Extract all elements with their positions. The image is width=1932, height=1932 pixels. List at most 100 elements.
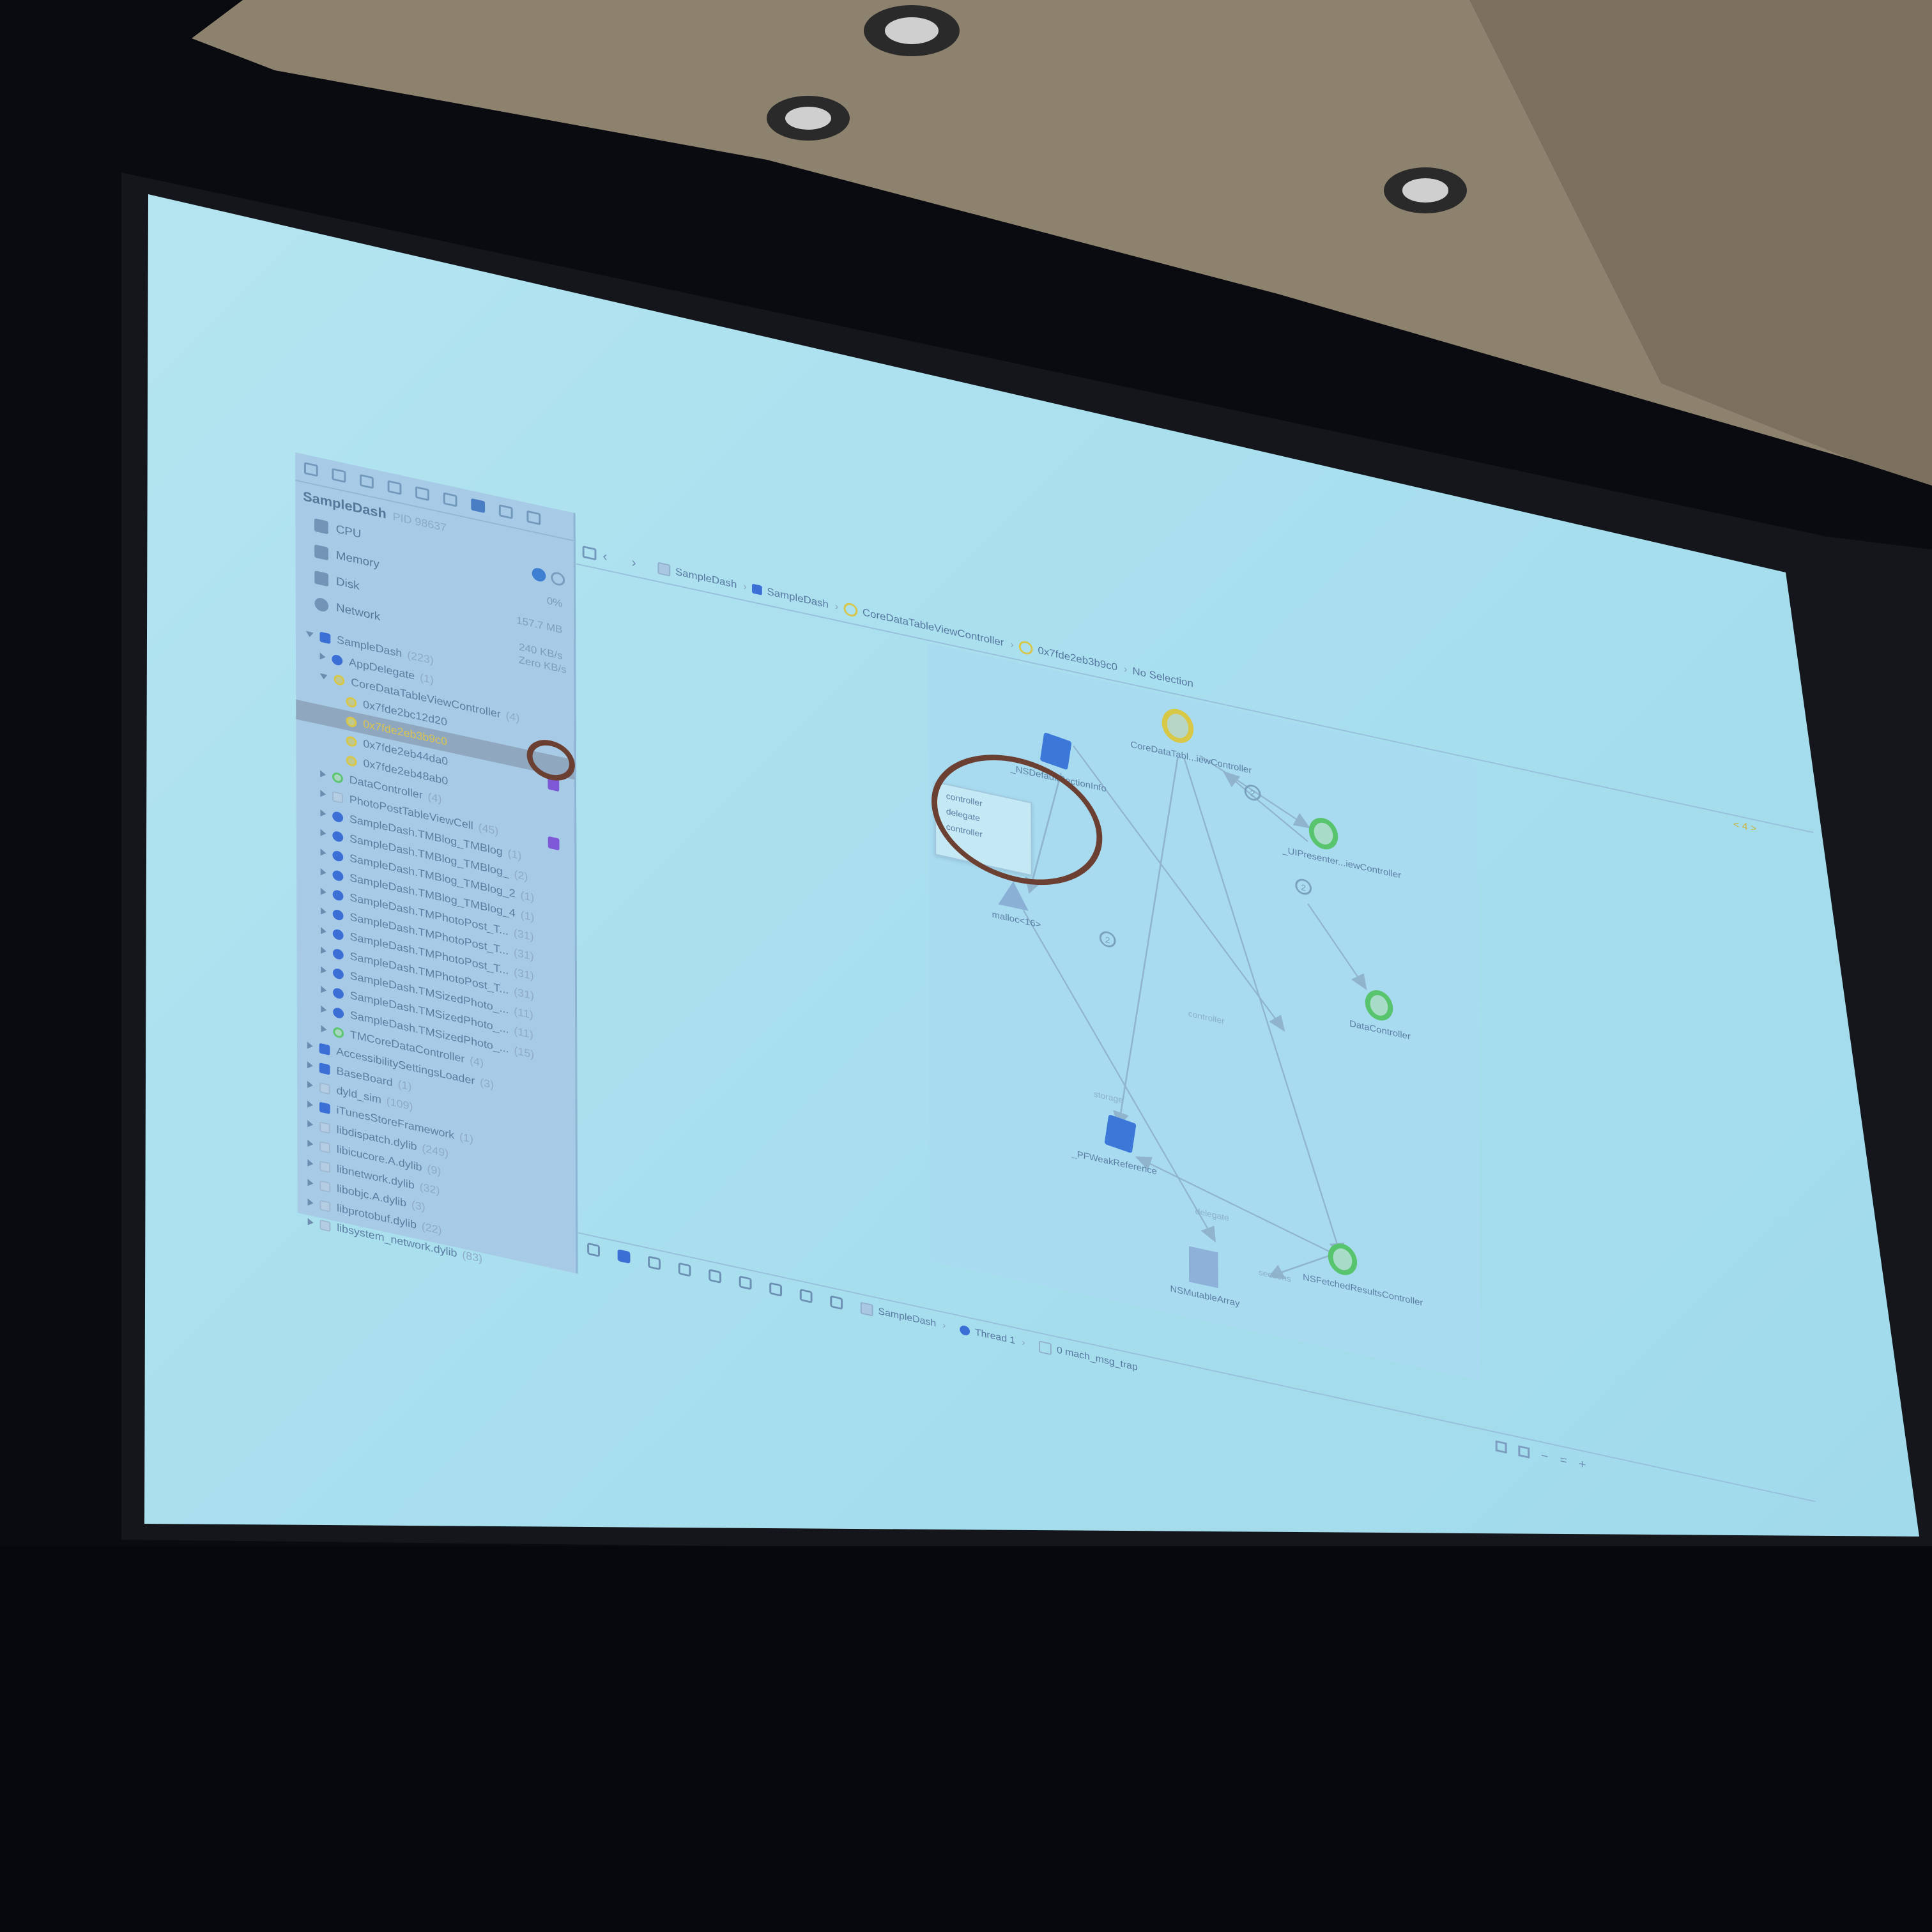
breadcrumb-label: SampleDash bbox=[767, 585, 829, 611]
memory-graph-canvas[interactable]: CoreDataTabl...iewController _UIPresente… bbox=[928, 643, 1480, 1381]
instance-count: (11) bbox=[514, 1005, 533, 1022]
zoom-out-icon[interactable]: − bbox=[1541, 1449, 1549, 1464]
breadcrumb-label: CoreDataTableViewController bbox=[862, 606, 1004, 648]
class-icon bbox=[333, 1026, 344, 1039]
disclosure-triangle-icon[interactable] bbox=[307, 1041, 313, 1050]
disclosure-triangle-icon[interactable] bbox=[321, 946, 327, 955]
pager[interactable]: < 4 > bbox=[1733, 819, 1756, 835]
zoom-in-icon[interactable]: + bbox=[1579, 1457, 1586, 1472]
disclosure-triangle-icon[interactable] bbox=[320, 848, 326, 857]
instance-count: (4) bbox=[470, 1054, 484, 1070]
back-forward-arrows[interactable]: ‹ › bbox=[602, 548, 646, 573]
disclosure-triangle-icon[interactable] bbox=[307, 1179, 314, 1188]
view-hierarchy-icon[interactable] bbox=[769, 1282, 783, 1297]
class-icon bbox=[332, 830, 344, 843]
disclosure-triangle-icon[interactable] bbox=[319, 673, 328, 680]
disclosure-triangle-icon[interactable] bbox=[307, 1139, 314, 1149]
disclosure-triangle-icon[interactable] bbox=[307, 1218, 314, 1227]
network-icon bbox=[314, 596, 329, 613]
graph-node-nsmutablearray[interactable] bbox=[1188, 1246, 1218, 1289]
disclosure-triangle-icon[interactable] bbox=[307, 1061, 313, 1070]
test-icon[interactable] bbox=[443, 492, 457, 507]
class-icon bbox=[319, 1160, 331, 1173]
disclosure-triangle-icon[interactable] bbox=[319, 652, 326, 661]
memory-object-tree: Zero KB/s SampleDash (223) AppDelegate (1) C… bbox=[296, 621, 576, 1289]
instance-count: (32) bbox=[419, 1180, 440, 1197]
disclosure-triangle-icon[interactable] bbox=[320, 927, 326, 936]
search-icon[interactable] bbox=[387, 480, 402, 495]
instance-count: (31) bbox=[514, 985, 534, 1002]
cpu-icon bbox=[314, 518, 328, 535]
class-icon bbox=[319, 1101, 330, 1114]
class-icon bbox=[332, 889, 344, 901]
disclosure-triangle-icon[interactable] bbox=[321, 966, 327, 975]
disclosure-triangle-icon[interactable] bbox=[307, 1100, 314, 1109]
disclosure-triangle-icon[interactable] bbox=[305, 631, 314, 638]
debug-navigator-icon[interactable] bbox=[471, 498, 486, 514]
edge bbox=[1113, 756, 1179, 1127]
instance-count: (4) bbox=[505, 709, 520, 724]
continue-icon[interactable] bbox=[648, 1255, 661, 1271]
project-icon bbox=[657, 562, 671, 577]
disclosure-triangle-icon[interactable] bbox=[321, 986, 327, 995]
edge bbox=[1307, 903, 1367, 991]
disclosure-triangle-icon[interactable] bbox=[320, 907, 326, 916]
class-icon bbox=[332, 947, 344, 961]
instance-count: (2) bbox=[514, 868, 528, 883]
class-icon bbox=[332, 654, 343, 666]
disclosure-triangle-icon[interactable] bbox=[320, 868, 326, 877]
disclosure-triangle-icon[interactable] bbox=[307, 1080, 313, 1089]
hide-debug-area-icon[interactable] bbox=[587, 1242, 600, 1257]
breadcrumb-project[interactable]: SampleDash › bbox=[657, 562, 747, 594]
instance-count: (15) bbox=[514, 1044, 535, 1061]
disclosure-triangle-icon[interactable] bbox=[320, 770, 326, 779]
breadcrumb-target[interactable]: SampleDash › bbox=[751, 583, 839, 613]
disclosure-triangle-icon[interactable] bbox=[307, 1159, 314, 1168]
disclosure-triangle-icon[interactable] bbox=[320, 790, 326, 799]
debug-crumb-frame[interactable]: 0 mach_msg_trap bbox=[1039, 1340, 1138, 1374]
step-over-icon[interactable] bbox=[678, 1262, 691, 1277]
class-icon bbox=[346, 735, 357, 748]
class-icon bbox=[319, 1219, 331, 1232]
disclosure-triangle-icon[interactable] bbox=[307, 1199, 314, 1208]
instance-count: (83) bbox=[462, 1248, 483, 1265]
class-icon bbox=[332, 967, 344, 980]
memory-graph-button-icon[interactable] bbox=[799, 1289, 813, 1303]
debug-navigator: SampleDashPID 98637 CPU Memory 0% Disk 1… bbox=[295, 452, 578, 1274]
report-icon[interactable] bbox=[526, 510, 541, 526]
location-icon[interactable] bbox=[830, 1295, 843, 1310]
disclosure-triangle-icon[interactable] bbox=[320, 809, 326, 818]
disclosure-triangle-icon[interactable] bbox=[320, 887, 326, 896]
class-icon bbox=[332, 850, 344, 862]
disclosure-triangle-icon[interactable] bbox=[321, 1025, 327, 1034]
instance-count: (1) bbox=[520, 889, 535, 904]
class-icon bbox=[319, 1140, 330, 1154]
symbol-icon[interactable] bbox=[360, 474, 374, 489]
step-into-icon[interactable] bbox=[709, 1269, 722, 1284]
disclosure-triangle-icon[interactable] bbox=[307, 1120, 314, 1129]
related-items-icon[interactable] bbox=[582, 545, 597, 561]
class-icon bbox=[332, 771, 343, 784]
class-icon bbox=[332, 869, 344, 882]
step-out-icon[interactable] bbox=[739, 1275, 752, 1291]
warning-icon[interactable] bbox=[415, 486, 429, 502]
debug-crumb-process[interactable]: SampleDash › bbox=[860, 1301, 946, 1333]
edge bbox=[1022, 910, 1216, 1243]
source-control-icon[interactable] bbox=[332, 468, 346, 483]
grid-icon[interactable] bbox=[1518, 1445, 1530, 1459]
debug-crumb-thread[interactable]: Thread 1 › bbox=[960, 1324, 1025, 1349]
instance-count: (31) bbox=[513, 946, 534, 963]
disk-icon bbox=[314, 571, 329, 587]
disclosure-triangle-icon[interactable] bbox=[321, 1005, 327, 1014]
layout-icon[interactable] bbox=[1495, 1440, 1507, 1454]
folder-icon[interactable] bbox=[303, 462, 318, 477]
breakpoints-toggle-icon[interactable] bbox=[617, 1249, 631, 1264]
frame-icon bbox=[1039, 1340, 1052, 1356]
zoom-reset-icon[interactable]: = bbox=[1560, 1453, 1567, 1468]
instance-icon bbox=[1018, 640, 1033, 656]
breadcrumb-selection[interactable]: No Selection bbox=[1132, 665, 1193, 690]
breakpoint-icon[interactable] bbox=[498, 504, 513, 519]
leak-badge-icon[interactable] bbox=[548, 836, 560, 851]
instance-count: (22) bbox=[421, 1220, 442, 1237]
disclosure-triangle-icon[interactable] bbox=[320, 829, 326, 838]
